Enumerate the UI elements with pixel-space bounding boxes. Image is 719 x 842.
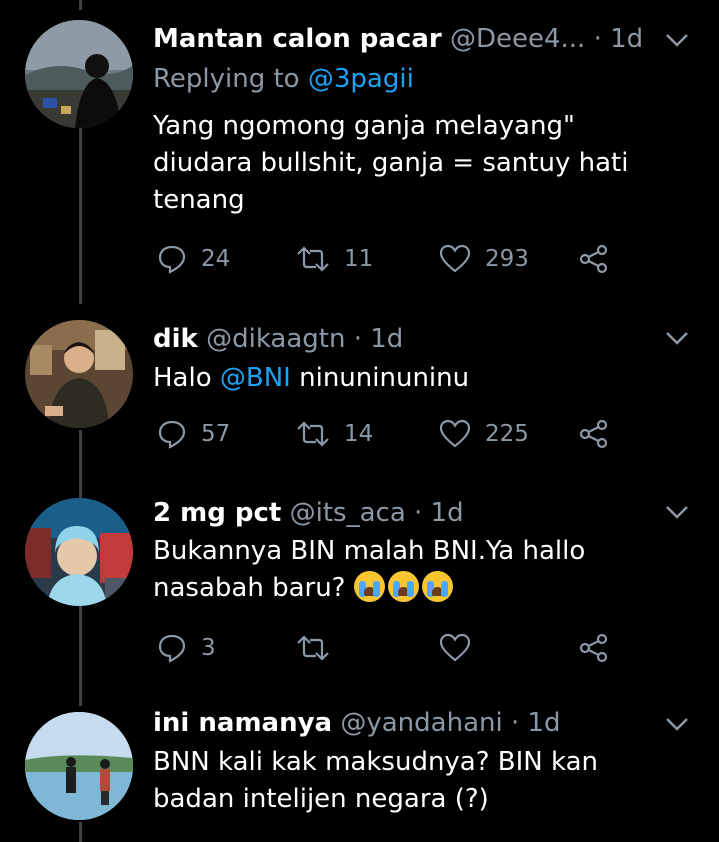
loudly-crying-face-emoji — [421, 571, 453, 602]
chevron-down-icon[interactable] — [664, 502, 690, 522]
tweet-text-line: BNN kali kak maksudnya? BIN kan — [153, 747, 599, 777]
display-name[interactable]: 2 mg pct — [153, 498, 281, 528]
reply-count: 3 — [201, 635, 216, 661]
username[interactable]: @dikaagtn — [206, 324, 345, 354]
tweet[interactable]: ini namanya @yandahani · 1d BNN kali kak… — [0, 690, 719, 839]
display-name[interactable]: ini namanya — [153, 708, 332, 738]
avatar[interactable] — [25, 320, 133, 428]
tweet-text-line: nasabah baru? — [153, 570, 673, 607]
tweet-header: 2 mg pct @its_aca · 1d — [153, 496, 659, 530]
heart-icon — [439, 419, 471, 448]
tweet-text: Yang ngomong ganja melayang" diudara bul… — [153, 108, 673, 219]
chevron-down-icon[interactable] — [664, 714, 690, 734]
replying-to: Replying to @3pagii — [153, 62, 414, 96]
tweet-text: Bukannya BIN malah BNI.Ya hallo nasabah … — [153, 533, 673, 607]
tweet[interactable]: Mantan calon pacar @Deee4... · 1d Replyi… — [0, 0, 719, 300]
tweet[interactable]: dik @dikaagtn · 1d Halo @BNI ninuninunin… — [0, 300, 719, 480]
like-button[interactable]: 225 — [439, 414, 529, 454]
tweet-actions: 3 — [153, 628, 633, 668]
avatar[interactable] — [25, 712, 133, 820]
share-button[interactable] — [579, 239, 609, 279]
chevron-down-icon[interactable] — [664, 328, 690, 348]
retweet-count: 11 — [344, 246, 374, 272]
mention-link[interactable]: @BNI — [220, 363, 291, 393]
tweet-text-line: Yang ngomong ganja melayang" — [153, 111, 575, 141]
reply-button[interactable]: 3 — [157, 628, 216, 668]
tweet[interactable]: 2 mg pct @its_aca · 1d Bukannya BIN mala… — [0, 480, 719, 690]
username[interactable]: @its_aca — [290, 498, 406, 528]
tweet-text-line: diudara bullshit, ganja = santuy hati — [153, 148, 629, 178]
reply-button[interactable]: 57 — [157, 414, 230, 454]
retweet-icon — [297, 635, 329, 661]
retweet-count: 14 — [344, 421, 374, 447]
chevron-down-icon[interactable] — [664, 30, 690, 50]
avatar[interactable] — [25, 20, 133, 128]
reply-button[interactable]: 24 — [157, 239, 230, 279]
separator-dot: · — [414, 498, 423, 528]
replying-to-label: Replying to — [153, 64, 300, 94]
retweet-button[interactable]: 14 — [296, 414, 373, 454]
reply-bubble-icon — [158, 245, 186, 274]
tweet-header: dik @dikaagtn · 1d — [153, 322, 659, 356]
timestamp[interactable]: 1d — [431, 498, 464, 528]
tweet-text-segment: Halo — [153, 363, 220, 393]
separator-dot: · — [510, 708, 520, 738]
separator-dot: · — [593, 24, 602, 54]
timestamp[interactable]: 1d — [370, 324, 403, 354]
heart-icon — [439, 633, 471, 662]
reply-count: 24 — [201, 246, 231, 272]
loudly-crying-face-emoji — [387, 571, 419, 602]
tweet-text-line: Bukannya BIN malah BNI.Ya hallo — [153, 536, 586, 566]
tweet-text: BNN kali kak maksudnya? BIN kan badan in… — [153, 744, 673, 818]
tweet-text: Halo @BNI ninuninuninu — [153, 360, 673, 397]
reply-count: 57 — [201, 421, 231, 447]
retweet-icon — [297, 246, 329, 272]
heart-icon — [439, 244, 471, 273]
share-button[interactable] — [579, 414, 609, 454]
like-count: 225 — [485, 421, 529, 447]
share-button[interactable] — [579, 628, 609, 668]
tweet-text-line: tenang — [153, 185, 245, 215]
tweet-text-segment: ninuninuninu — [290, 363, 470, 393]
display-name[interactable]: dik — [153, 324, 198, 354]
tweet-actions: 57 14 225 — [153, 414, 633, 454]
tweet-actions: 24 11 293 — [153, 239, 633, 279]
tweet-text-segment: nasabah baru? — [153, 573, 346, 603]
retweet-icon — [297, 421, 329, 447]
replying-to-mention[interactable]: @3pagii — [308, 64, 414, 94]
display-name[interactable]: Mantan calon pacar — [153, 24, 442, 54]
share-icon — [579, 244, 608, 274]
like-button[interactable]: 293 — [439, 239, 529, 279]
retweet-button[interactable]: 11 — [296, 239, 373, 279]
like-button[interactable] — [439, 628, 471, 668]
tweet-header: Mantan calon pacar @Deee4... · 1d — [153, 22, 659, 56]
tweet-header: ini namanya @yandahani · 1d — [153, 706, 659, 740]
reply-bubble-icon — [158, 420, 186, 449]
tweet-text-line: badan intelijen negara (?) — [153, 784, 489, 814]
like-count: 293 — [485, 246, 529, 272]
retweet-button[interactable] — [296, 628, 330, 668]
share-icon — [579, 419, 608, 449]
share-icon — [579, 633, 608, 663]
separator-dot: · — [353, 324, 362, 354]
username[interactable]: @yandahani — [340, 708, 502, 738]
reply-bubble-icon — [158, 634, 186, 663]
loudly-crying-face-emoji — [353, 571, 385, 602]
avatar[interactable] — [25, 498, 133, 606]
timestamp[interactable]: 1d — [528, 708, 561, 738]
username[interactable]: @Deee4... — [450, 24, 585, 54]
timestamp[interactable]: 1d — [610, 24, 643, 54]
